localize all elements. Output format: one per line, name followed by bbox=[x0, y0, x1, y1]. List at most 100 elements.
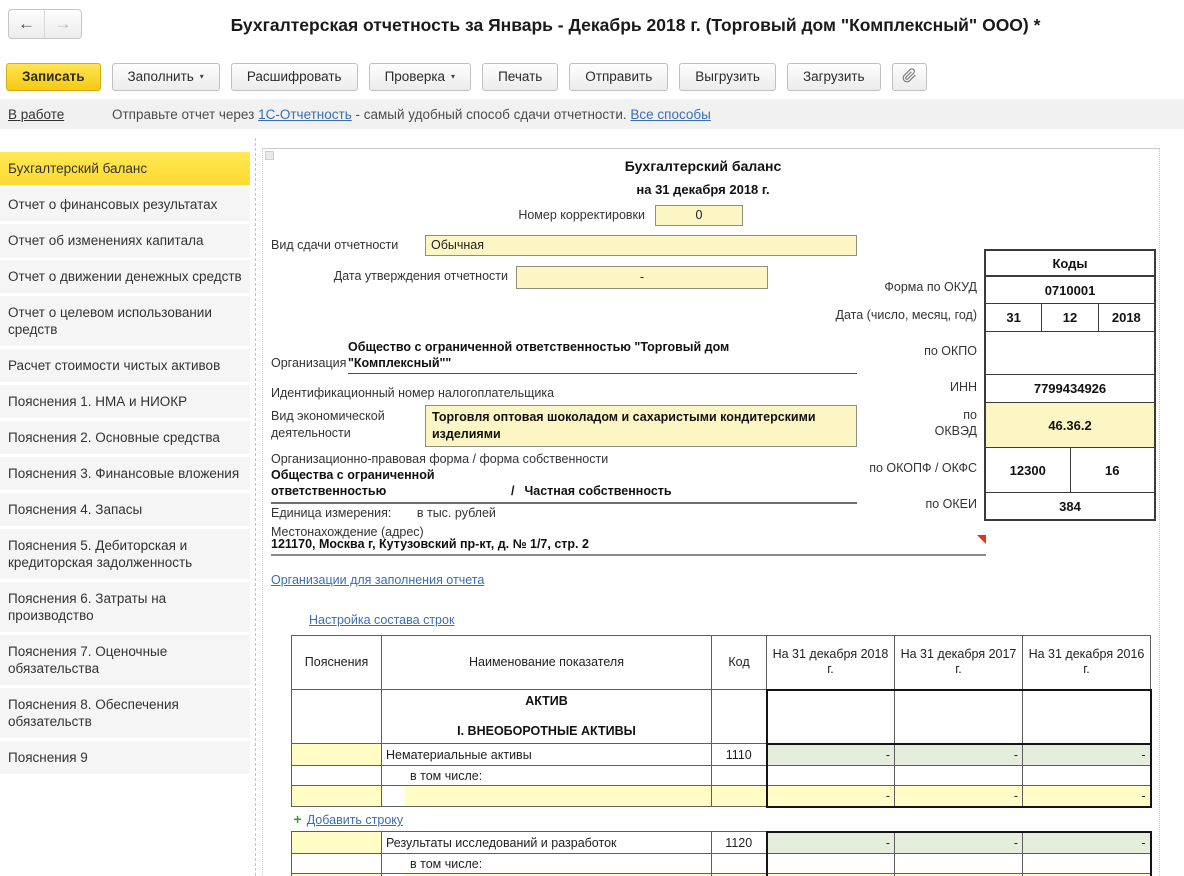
1c-reporting-link[interactable]: 1С-Отчетность bbox=[258, 107, 352, 122]
chevron-down-icon: ▾ bbox=[451, 73, 455, 81]
okopf-okfs-row: 12300 16 bbox=[986, 448, 1154, 493]
balance-table-header-row: Пояснения Наименование показателя Код На… bbox=[292, 636, 1151, 690]
including-row: в том числе: bbox=[292, 854, 1151, 874]
okfs-value-cell: 16 bbox=[1071, 448, 1155, 492]
sidebar-item-cash-flow[interactable]: Отчет о движении денежных средств bbox=[0, 260, 250, 293]
detail-row-empty: - - - bbox=[292, 786, 1151, 807]
add-row-band: +Добавить строку bbox=[292, 807, 1151, 832]
value-2018-cell[interactable]: - bbox=[767, 744, 895, 766]
code-cell bbox=[712, 766, 767, 786]
table-row-1110: Нематериальные активы 1110 - - - bbox=[292, 744, 1151, 766]
col-header-2018: На 31 декабря 2018 г. bbox=[767, 636, 895, 690]
including-label-cell: в том числе: bbox=[382, 854, 712, 874]
rows-setup-link[interactable]: Настройка состава строк bbox=[309, 613, 454, 627]
value-2017-cell[interactable]: - bbox=[895, 832, 1023, 854]
sidebar-item-note-4[interactable]: Пояснения 4. Запасы bbox=[0, 493, 250, 526]
status-state-link[interactable]: В работе bbox=[8, 107, 112, 122]
activity-type-label-line1: Вид экономической bbox=[271, 408, 385, 425]
value-2016-cell[interactable]: - bbox=[1023, 832, 1151, 854]
table-row-1120: Результаты исследований и разработок 112… bbox=[292, 832, 1151, 854]
sidebar-item-balance-sheet[interactable]: Бухгалтерский баланс bbox=[0, 152, 250, 185]
explanation-cell[interactable] bbox=[292, 786, 382, 807]
codes-header-cell: Коды bbox=[986, 251, 1154, 277]
explanation-cell bbox=[292, 690, 382, 744]
correction-number-field[interactable]: 0 bbox=[655, 205, 743, 226]
report-sections-sidebar: Бухгалтерский баланс Отчет о финансовых … bbox=[0, 140, 250, 876]
organization-value-line2: "Комплексный"" bbox=[348, 355, 857, 371]
sidebar-item-note-5[interactable]: Пояснения 5. Дебиторская и кредиторская … bbox=[0, 529, 250, 579]
sidebar-separator bbox=[255, 138, 256, 876]
sidebar-item-capital-changes[interactable]: Отчет об изменениях капитала bbox=[0, 224, 250, 257]
value-2018-cell[interactable]: - bbox=[767, 786, 895, 807]
value-2016-cell[interactable]: - bbox=[1023, 786, 1151, 807]
print-button[interactable]: Печать bbox=[482, 63, 558, 91]
sidebar-item-note-8[interactable]: Пояснения 8. Обеспечения обязательств bbox=[0, 688, 250, 738]
okpo-value-cell bbox=[986, 332, 1154, 375]
report-type-label: Вид сдачи отчетности bbox=[271, 238, 398, 252]
attach-button[interactable] bbox=[892, 63, 927, 91]
approval-date-label: Дата утверждения отчетности bbox=[263, 269, 508, 283]
save-button[interactable]: Записать bbox=[6, 63, 101, 91]
code-cell: 1120 bbox=[712, 832, 767, 854]
sidebar-item-note-9[interactable]: Пояснения 9 bbox=[0, 741, 250, 774]
value-2018-cell[interactable]: - bbox=[767, 832, 895, 854]
noncurrent-assets-title: I. ВНЕОБОРОТНЫЕ АКТИВЫ bbox=[382, 724, 711, 738]
unit-label: Единица измерения: bbox=[271, 506, 391, 520]
sidebar-item-note-3[interactable]: Пояснения 3. Финансовые вложения bbox=[0, 457, 250, 490]
check-button[interactable]: Проверка ▾ bbox=[369, 63, 471, 91]
okved-value-cell[interactable]: 46.36.2 bbox=[986, 403, 1154, 448]
forward-icon[interactable]: → bbox=[45, 10, 81, 38]
decipher-button[interactable]: Расшифровать bbox=[231, 63, 358, 91]
all-methods-link[interactable]: Все способы bbox=[630, 107, 710, 122]
approval-date-field[interactable]: - bbox=[516, 266, 768, 289]
send-button[interactable]: Отправить bbox=[569, 63, 668, 91]
okpo-label: по ОКПО bbox=[924, 344, 977, 358]
code-cell[interactable] bbox=[712, 786, 767, 807]
asset-section-title: АКТИВ bbox=[382, 694, 711, 708]
add-row-link[interactable]: Добавить строку bbox=[307, 813, 403, 827]
sidebar-item-net-assets[interactable]: Расчет стоимости чистых активов bbox=[0, 349, 250, 382]
col-header-2017: На 31 декабря 2017 г. bbox=[895, 636, 1023, 690]
fill-button[interactable]: Заполнить ▾ bbox=[112, 63, 220, 91]
sidebar-item-financial-results[interactable]: Отчет о финансовых результатах bbox=[0, 188, 250, 221]
sidebar-item-note-6[interactable]: Пояснения 6. Затраты на производство bbox=[0, 582, 250, 632]
value-cell bbox=[767, 766, 895, 786]
date-label: Дата (число, месяц, год) bbox=[836, 308, 977, 322]
value-cell bbox=[895, 766, 1023, 786]
col-header-indicator-name: Наименование показателя bbox=[382, 636, 712, 690]
orgs-for-report-link[interactable]: Организации для заполнения отчета bbox=[271, 573, 484, 587]
value-cell bbox=[1023, 690, 1151, 744]
including-row: в том числе: bbox=[292, 766, 1151, 786]
okopf-okfs-label: по ОКОПФ / ОКФС bbox=[869, 461, 977, 475]
sidebar-item-note-7[interactable]: Пояснения 7. Оценочные обязательства bbox=[0, 635, 250, 685]
sidebar-item-note-1[interactable]: Пояснения 1. НМА и НИОКР bbox=[0, 385, 250, 418]
codes-table: Коды 0710001 31 12 2018 7799434926 46.36… bbox=[984, 249, 1156, 521]
legal-form-slash: / bbox=[511, 483, 514, 499]
explanation-cell[interactable] bbox=[292, 744, 382, 766]
organization-label: Организация bbox=[271, 356, 346, 370]
code-cell bbox=[712, 854, 767, 874]
value-2017-cell[interactable]: - bbox=[895, 744, 1023, 766]
toolbar: Записать Заполнить ▾ Расшифровать Провер… bbox=[0, 54, 1184, 99]
col-header-explanations: Пояснения bbox=[292, 636, 382, 690]
status-message: Отправьте отчет через 1С-Отчетность - са… bbox=[112, 107, 711, 122]
legal-form-caption: Организационно-правовая форма / форма со… bbox=[271, 452, 608, 466]
section-header-row: АКТИВ I. ВНЕОБОРОТНЫЕ АКТИВЫ bbox=[292, 690, 1151, 744]
value-2016-cell[interactable]: - bbox=[1023, 744, 1151, 766]
import-button[interactable]: Загрузить bbox=[787, 63, 881, 91]
explanation-cell[interactable] bbox=[292, 832, 382, 854]
legal-form-line2: ответственностью bbox=[271, 483, 511, 499]
report-type-field[interactable]: Обычная bbox=[425, 235, 857, 256]
back-icon[interactable]: ← bbox=[9, 10, 45, 38]
inn-label: ИНН bbox=[950, 380, 977, 394]
value-2017-cell[interactable]: - bbox=[895, 786, 1023, 807]
okei-label: по ОКЕИ bbox=[925, 497, 977, 511]
sidebar-item-target-use[interactable]: Отчет о целевом использовании средств bbox=[0, 296, 250, 346]
code-cell bbox=[712, 690, 767, 744]
sidebar-item-note-2[interactable]: Пояснения 2. Основные средства bbox=[0, 421, 250, 454]
export-button[interactable]: Выгрузить bbox=[679, 63, 776, 91]
check-button-label: Проверка bbox=[385, 69, 445, 84]
activity-type-field[interactable]: Торговля оптовая шоколадом и сахаристыми… bbox=[425, 405, 857, 447]
detail-name-cell[interactable] bbox=[382, 786, 712, 807]
unit-value: в тыс. рублей bbox=[417, 506, 496, 520]
